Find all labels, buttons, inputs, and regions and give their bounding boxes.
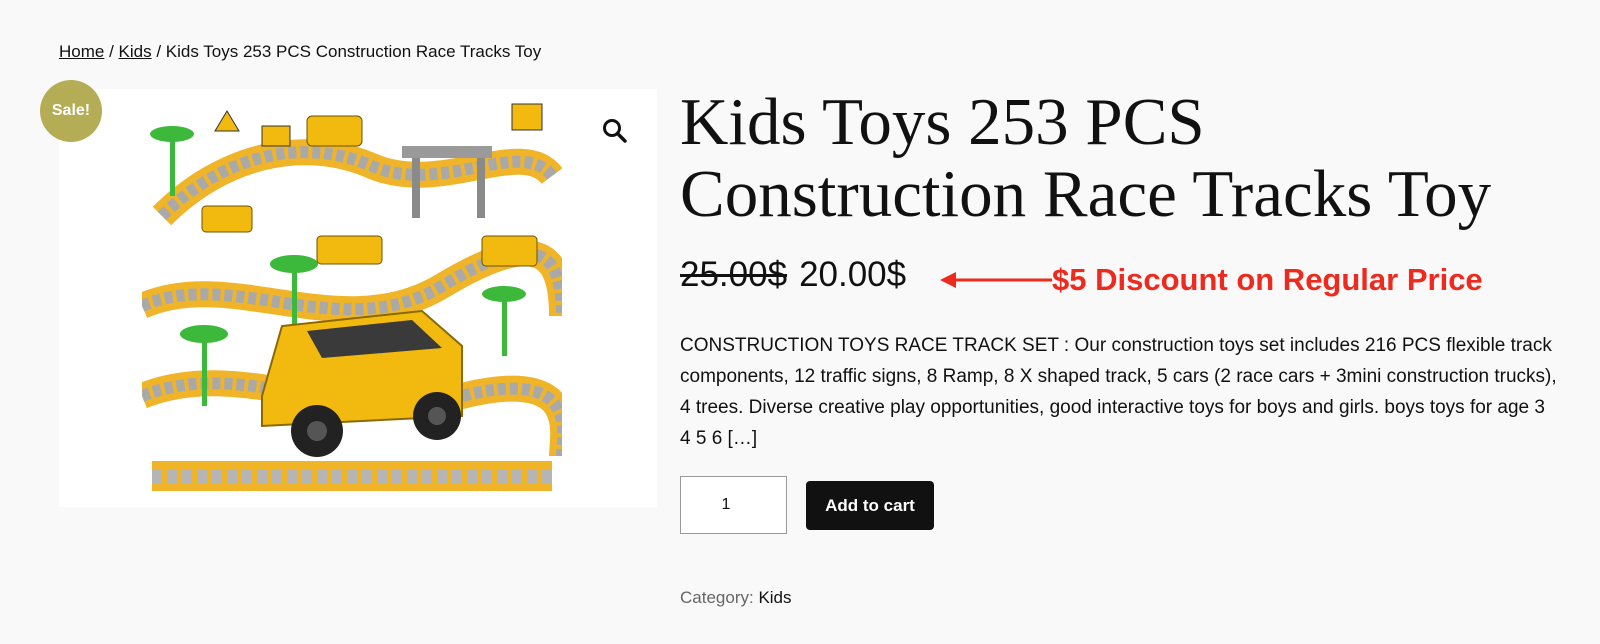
add-to-cart-button[interactable]: Add to cart (806, 481, 934, 530)
magnifying-glass-icon[interactable] (600, 116, 630, 146)
product-meta: Category: Kids (680, 588, 792, 608)
product-short-description: CONSTRUCTION TOYS RACE TRACK SET : Our c… (680, 335, 1557, 449)
annotation-arrow-icon (940, 272, 1052, 288)
quantity-input[interactable] (680, 476, 787, 534)
discount-annotation: $5 Discount on Regular Price (1052, 262, 1483, 297)
price-row: 25.00$ 20.00$ (680, 255, 906, 295)
sale-badge: Sale! (40, 80, 102, 142)
breadcrumb-kids-link[interactable]: Kids (119, 42, 152, 61)
category-link-kids[interactable]: Kids (758, 588, 791, 607)
product-image (142, 96, 562, 496)
breadcrumb-current: Kids Toys 253 PCS Construction Race Trac… (165, 42, 542, 61)
sale-price: 20.00$ (799, 255, 907, 294)
breadcrumb-separator: / (104, 42, 119, 61)
breadcrumb: Home / Kids / Kids Toys 253 PCS Construc… (59, 42, 541, 62)
category-label: Category: (680, 588, 754, 607)
breadcrumb-home-link[interactable]: Home (59, 42, 104, 61)
breadcrumb-separator: / (151, 42, 166, 61)
product-title: Kids Toys 253 PCS Construction Race Trac… (680, 85, 1492, 231)
regular-price: 25.00$ (680, 255, 788, 294)
